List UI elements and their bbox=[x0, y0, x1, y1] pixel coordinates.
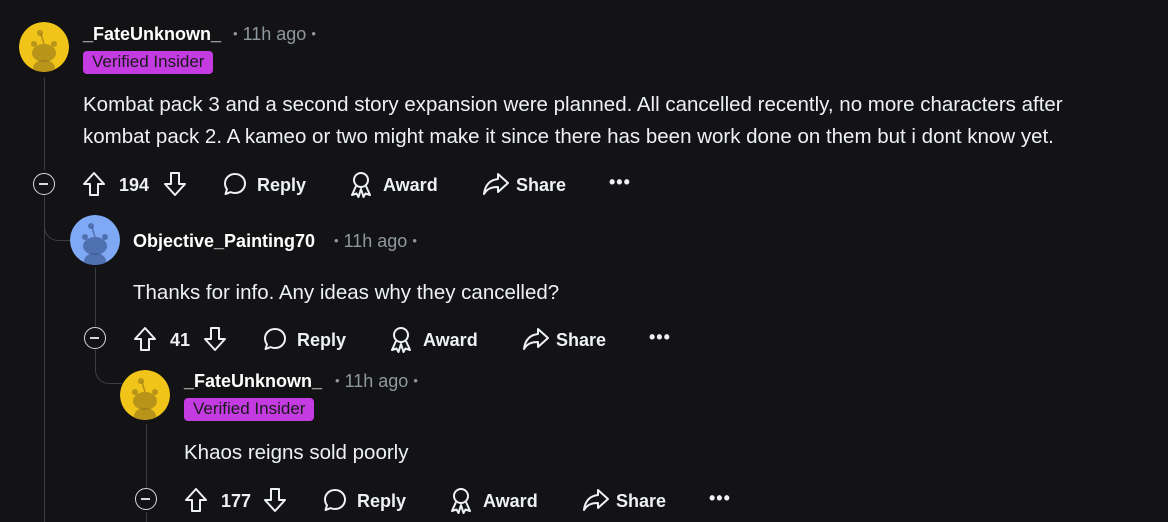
more-options-button[interactable]: ••• bbox=[649, 327, 671, 348]
snoo-avatar-icon bbox=[120, 370, 170, 420]
upvote-icon[interactable] bbox=[82, 171, 106, 197]
thread-line bbox=[146, 512, 147, 522]
share-button[interactable]: Share bbox=[556, 330, 606, 351]
award-icon[interactable] bbox=[348, 170, 374, 198]
award-button[interactable]: Award bbox=[483, 491, 538, 512]
downvote-icon[interactable] bbox=[163, 171, 187, 197]
thread-line bbox=[44, 78, 45, 170]
vote-count: 177 bbox=[221, 491, 252, 511]
award-button[interactable]: Award bbox=[383, 175, 438, 196]
comment-meta: • 11h ago • bbox=[233, 24, 316, 44]
collapse-button[interactable] bbox=[33, 173, 55, 195]
upvote-icon[interactable] bbox=[133, 326, 157, 352]
thread-connector bbox=[44, 196, 71, 241]
username[interactable]: _FateUnknown_ bbox=[83, 24, 221, 45]
reply-icon[interactable] bbox=[222, 171, 248, 197]
comment-text: Thanks for info. Any ideas why they canc… bbox=[133, 277, 559, 309]
more-options-button[interactable]: ••• bbox=[609, 172, 631, 193]
reply-icon[interactable] bbox=[262, 326, 288, 352]
timestamp: 11h ago bbox=[242, 24, 307, 44]
user-flair: Verified Insider bbox=[184, 398, 315, 421]
comment-text-line: kombat pack 2. A kameo or two might make… bbox=[83, 125, 1054, 148]
share-icon[interactable] bbox=[522, 326, 550, 352]
award-icon[interactable] bbox=[448, 486, 474, 514]
award-icon[interactable] bbox=[388, 325, 414, 353]
thread-connector bbox=[95, 350, 122, 384]
downvote-icon[interactable] bbox=[203, 326, 227, 352]
share-button[interactable]: Share bbox=[516, 175, 566, 196]
comment-text-line: Kombat pack 3 and a second story expansi… bbox=[83, 93, 1063, 116]
avatar[interactable] bbox=[70, 215, 120, 265]
user-flair: Verified Insider bbox=[83, 51, 214, 74]
thread-line bbox=[146, 424, 147, 488]
reply-button[interactable]: Reply bbox=[257, 175, 306, 196]
timestamp: 11h ago bbox=[344, 371, 409, 391]
share-icon[interactable] bbox=[582, 487, 610, 513]
reply-icon[interactable] bbox=[322, 487, 348, 513]
thread-line bbox=[95, 268, 96, 326]
vote-count: 41 bbox=[170, 330, 191, 350]
comment-text: Kombat pack 3 and a second story expansi… bbox=[83, 89, 1063, 153]
downvote-icon[interactable] bbox=[263, 487, 287, 513]
snoo-avatar-icon bbox=[19, 22, 69, 72]
avatar[interactable] bbox=[120, 370, 170, 420]
snoo-avatar-icon bbox=[70, 215, 120, 265]
collapse-button[interactable] bbox=[135, 488, 157, 510]
share-button[interactable]: Share bbox=[616, 491, 666, 512]
reply-button[interactable]: Reply bbox=[297, 330, 346, 351]
comment-text-line: Khaos reigns sold poorly bbox=[184, 441, 409, 464]
comment-text: Khaos reigns sold poorly bbox=[184, 437, 409, 469]
comment-meta: • 11h ago • bbox=[335, 371, 418, 391]
reply-button[interactable]: Reply bbox=[357, 491, 406, 512]
comment-text-line: Thanks for info. Any ideas why they canc… bbox=[133, 281, 560, 304]
timestamp: 11h ago bbox=[343, 231, 408, 251]
more-options-button[interactable]: ••• bbox=[709, 488, 731, 509]
share-icon[interactable] bbox=[482, 171, 510, 197]
username[interactable]: _FateUnknown_ bbox=[184, 371, 322, 392]
collapse-button[interactable] bbox=[84, 327, 106, 349]
thread-line bbox=[44, 196, 45, 522]
vote-count: 194 bbox=[119, 175, 150, 195]
upvote-icon[interactable] bbox=[184, 487, 208, 513]
comment-meta: • 11h ago • bbox=[334, 231, 417, 251]
award-button[interactable]: Award bbox=[423, 330, 478, 351]
avatar[interactable] bbox=[19, 22, 69, 72]
username[interactable]: Objective_Painting70 bbox=[133, 231, 315, 252]
